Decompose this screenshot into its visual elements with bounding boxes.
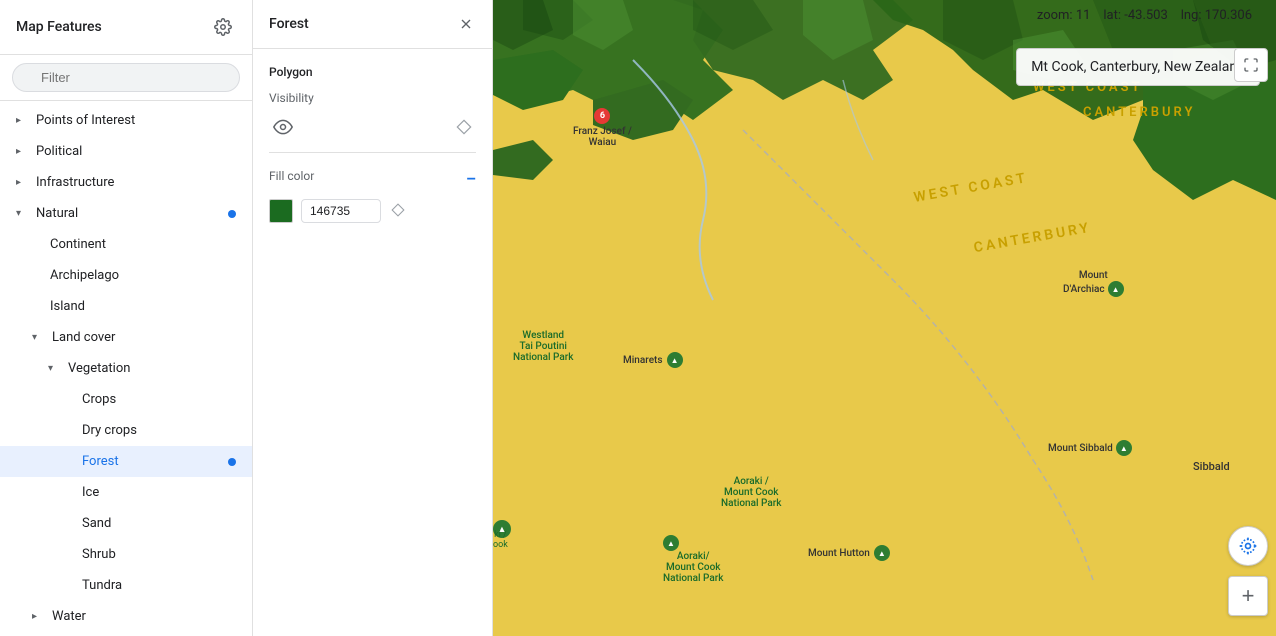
chevron-icon: ▸ [16,115,28,126]
poi-np-left: ▲ [493,520,511,538]
nav-list: ▸ Points of Interest ▸ Political ▸ Infrastruc… [0,101,252,636]
nav-item-archipelago[interactable]: Archipelago [0,260,252,291]
nav-item-label-natural: Natural [36,206,236,221]
nav-item-island[interactable]: Island [0,291,252,322]
filter-wrap [12,63,240,92]
nav-item-label-political: Political [36,144,236,159]
nav-item-label-vegetation: Vegetation [68,361,236,376]
zoom-plus-icon: + [1242,583,1255,609]
location-icon [1238,536,1258,556]
nav-item-label-sand: Sand [82,516,236,531]
nav-item-label-crops: Crops [82,392,236,407]
map-svg [493,0,1276,636]
nav-item-label-shrub: Shrub [82,547,236,562]
filter-bar [0,55,252,101]
mid-panel-title: Forest [269,16,309,32]
gear-icon [214,18,232,36]
map-area[interactable]: zoom: 11 lat: -43.503 lng: 170.306 Mt Co… [493,0,1276,636]
fill-color-label: Fill color [269,169,314,183]
fill-color-section: Fill color − 146735 [269,169,476,223]
nav-item-label-continent: Continent [50,237,236,252]
chevron-icon: ▾ [32,332,44,343]
nav-item-political[interactable]: ▸ Political [0,136,252,167]
nav-item-crops[interactable]: Crops [0,384,252,415]
nav-item-label-land-cover: Land cover [52,330,236,345]
nav-item-label-infrastructure: Infrastructure [36,175,236,190]
nav-item-label-ice: Ice [82,485,236,500]
nav-item-land-cover[interactable]: ▾ Land cover [0,322,252,353]
zoom-plus-button[interactable]: + [1228,576,1268,616]
close-button[interactable] [456,14,476,34]
nav-item-vegetation[interactable]: ▾ Vegetation [0,353,252,384]
left-panel: Map Features ▸ Points of Interest ▸ Politic… [0,0,253,636]
chevron-icon: ▸ [16,177,28,188]
color-hex-input[interactable]: 146735 [301,199,381,223]
chevron-icon: ▾ [16,208,28,219]
active-dot-badge [228,458,236,466]
nav-item-label-dry-crops: Dry crops [82,423,236,438]
mid-panel: Forest Polygon Visibility [253,0,493,636]
visibility-toggle[interactable] [269,113,297,144]
color-value-row: 146735 [269,199,476,223]
nav-item-shrub[interactable]: Shrub [0,539,252,570]
eye-icon [273,117,293,137]
diamond-icon [456,119,472,135]
nav-item-background[interactable]: Background [0,632,252,636]
nav-item-label-points-of-interest: Points of Interest [36,113,236,128]
chevron-icon: ▸ [16,146,28,157]
nav-item-label-archipelago: Archipelago [50,268,236,283]
nav-item-sand[interactable]: Sand [0,508,252,539]
visibility-row [269,113,476,153]
location-button[interactable] [1228,526,1268,566]
mid-content: Polygon Visibility Fill color − [253,49,492,636]
chevron-icon: ▸ [32,611,44,622]
color-swatch[interactable] [269,199,293,223]
fullscreen-button[interactable] [1234,48,1268,82]
close-icon [458,16,474,32]
visibility-diamond[interactable] [452,115,476,142]
nav-item-label-tundra: Tundra [82,578,236,593]
nav-item-natural[interactable]: ▾ Natural [0,198,252,229]
fill-color-minus[interactable]: − [467,171,476,189]
chevron-icon: ▾ [48,363,60,374]
filter-input[interactable] [12,63,240,92]
nav-item-label-water: Water [52,609,236,624]
nav-item-tundra[interactable]: Tundra [0,570,252,601]
nav-item-continent[interactable]: Continent [0,229,252,260]
nav-item-points-of-interest[interactable]: ▸ Points of Interest [0,105,252,136]
left-panel-title: Map Features [16,19,102,35]
color-diamond[interactable] [389,201,407,222]
nav-item-infrastructure[interactable]: ▸ Infrastructure [0,167,252,198]
diamond-icon-2 [391,203,405,217]
mid-panel-header: Forest [253,0,492,49]
visibility-label: Visibility [269,91,476,105]
nav-item-label-island: Island [50,299,236,314]
nav-item-water[interactable]: ▸ Water [0,601,252,632]
left-panel-header: Map Features [0,0,252,55]
nav-item-dry-crops[interactable]: Dry crops [0,415,252,446]
nav-item-label-forest: Forest [82,454,236,469]
gear-button[interactable] [210,14,236,40]
nav-item-ice[interactable]: Ice [0,477,252,508]
nav-item-forest[interactable]: Forest [0,446,252,477]
fullscreen-icon [1243,57,1259,73]
active-dot-badge [228,210,236,218]
polygon-label: Polygon [269,65,476,79]
